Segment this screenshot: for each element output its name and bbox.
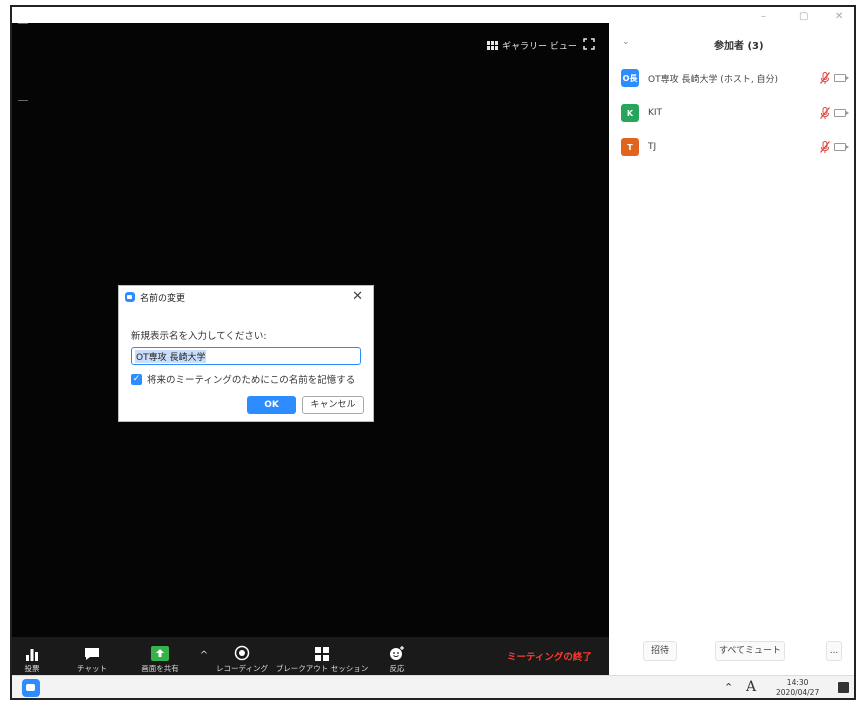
record-button[interactable]: レコーディング bbox=[214, 637, 270, 675]
gallery-view-button[interactable]: ギャラリー ビュー bbox=[487, 37, 577, 53]
reactions-button[interactable]: 反応 bbox=[384, 637, 410, 675]
participant-avatar: K bbox=[621, 104, 639, 122]
muted-mic-icon bbox=[820, 72, 830, 84]
clock-time: 14:30 bbox=[786, 678, 809, 687]
collapse-panel-icon[interactable]: ⌄ bbox=[622, 37, 630, 47]
participant-row[interactable]: T TJ bbox=[621, 138, 849, 156]
share-options-button[interactable]: ^ bbox=[198, 637, 210, 675]
chat-button[interactable]: チャット bbox=[74, 637, 110, 675]
share-screen-button[interactable]: 画面を共有 bbox=[137, 637, 183, 675]
breakout-rooms-button[interactable]: ブレークアウト セッション bbox=[276, 637, 368, 675]
share-screen-icon bbox=[151, 646, 169, 661]
fullscreen-icon[interactable] bbox=[583, 38, 595, 50]
display-name-value: OT専攻 長崎大学 bbox=[135, 349, 207, 363]
window-close-icon[interactable]: ✕ bbox=[835, 11, 843, 22]
chat-label: チャット bbox=[77, 664, 107, 673]
rename-dialog: 名前の変更 ✕ 新規表示名を入力してください: OT専攻 長崎大学 ✓ 将来のミ… bbox=[118, 285, 374, 422]
gallery-grid-icon bbox=[487, 40, 498, 50]
app-window: ギャラリー ビュー 名前の変更 ✕ 新規表示名を入力してください: OT専攻 長… bbox=[10, 5, 856, 700]
video-camera-icon bbox=[834, 74, 849, 82]
bar-chart-icon bbox=[26, 649, 38, 661]
dialog-prompt: 新規表示名を入力してください: bbox=[131, 331, 267, 342]
reactions-label: 反応 bbox=[389, 664, 405, 673]
windows-taskbar: ⌃ A 14:30 2020/04/27 bbox=[12, 675, 854, 700]
emoji-icon bbox=[390, 646, 404, 660]
system-clock[interactable]: 14:30 2020/04/27 bbox=[776, 678, 819, 698]
share-label: 画面を共有 bbox=[141, 664, 179, 673]
left-marker bbox=[18, 100, 28, 101]
participant-name: OT専攻 長崎大学 (ホスト, 自分) bbox=[648, 74, 779, 85]
breakout-rooms-icon bbox=[315, 647, 329, 661]
meeting-toolbar: 投票 チャット 画面を共有 ^ レコーディング ブレークアウト セッション 反応… bbox=[12, 637, 609, 675]
gallery-view-label: ギャラリー ビュー bbox=[502, 41, 577, 52]
participant-avatar: T bbox=[621, 138, 639, 156]
zoom-app-icon bbox=[125, 292, 135, 302]
minimize-icon[interactable]: – bbox=[761, 11, 766, 22]
display-name-input[interactable]: OT専攻 長崎大学 bbox=[131, 347, 361, 365]
notification-icon[interactable] bbox=[838, 682, 849, 693]
dialog-titlebar: 名前の変更 bbox=[119, 286, 373, 308]
participant-name: KIT bbox=[648, 108, 663, 118]
more-options-button[interactable]: ... bbox=[826, 641, 842, 661]
participant-row[interactable]: K KIT bbox=[621, 104, 849, 122]
video-area: ギャラリー ビュー 名前の変更 ✕ 新規表示名を入力してください: OT専攻 長… bbox=[12, 23, 609, 637]
video-camera-icon bbox=[834, 109, 849, 117]
remember-name-option[interactable]: ✓ 将来のミーティングのためにこの名前を記憶する bbox=[131, 372, 355, 386]
poll-button[interactable]: 投票 bbox=[20, 637, 44, 675]
mute-all-button[interactable]: すべてミュート bbox=[715, 641, 785, 661]
ok-button[interactable]: OK bbox=[247, 396, 296, 414]
video-camera-icon bbox=[834, 143, 849, 151]
ime-indicator[interactable]: A bbox=[746, 679, 756, 695]
panel-footer: 招待 すべてミュート ... bbox=[609, 639, 854, 665]
poll-label: 投票 bbox=[24, 664, 40, 673]
participant-row[interactable]: O長 OT専攻 長崎大学 (ホスト, 自分) bbox=[621, 69, 849, 87]
participant-name: TJ bbox=[648, 142, 657, 152]
breakout-label: ブレークアウト セッション bbox=[275, 664, 369, 673]
remember-checkbox[interactable]: ✓ bbox=[131, 373, 142, 385]
participants-panel: – ▢ ✕ ⌄ 参加者 (3) O長 OT専攻 長崎大学 (ホスト, 自分) K… bbox=[609, 7, 854, 675]
clock-date: 2020/04/27 bbox=[776, 688, 820, 697]
record-label: レコーディング bbox=[216, 664, 268, 673]
record-icon bbox=[234, 645, 250, 661]
active-app-indicator bbox=[18, 699, 44, 700]
end-meeting-button[interactable]: ミーティングの終了 bbox=[507, 649, 592, 663]
remember-label: 将来のミーティングのためにこの名前を記憶する bbox=[147, 375, 356, 386]
close-icon[interactable]: ✕ bbox=[352, 289, 363, 304]
left-marker bbox=[18, 23, 28, 24]
participant-avatar: O長 bbox=[621, 69, 639, 87]
muted-mic-icon bbox=[820, 141, 830, 153]
zoom-taskbar-icon[interactable] bbox=[22, 679, 40, 697]
participants-title: 参加者 (3) bbox=[714, 41, 764, 52]
dialog-title: 名前の変更 bbox=[140, 293, 186, 304]
chevron-up-icon: ^ bbox=[199, 650, 209, 661]
muted-mic-icon bbox=[820, 107, 830, 119]
cancel-button[interactable]: キャンセル bbox=[302, 396, 364, 414]
maximize-icon[interactable]: ▢ bbox=[799, 11, 808, 22]
invite-button[interactable]: 招待 bbox=[643, 641, 677, 661]
chat-bubble-icon bbox=[85, 648, 99, 660]
chevron-up-icon[interactable]: ⌃ bbox=[724, 681, 733, 694]
